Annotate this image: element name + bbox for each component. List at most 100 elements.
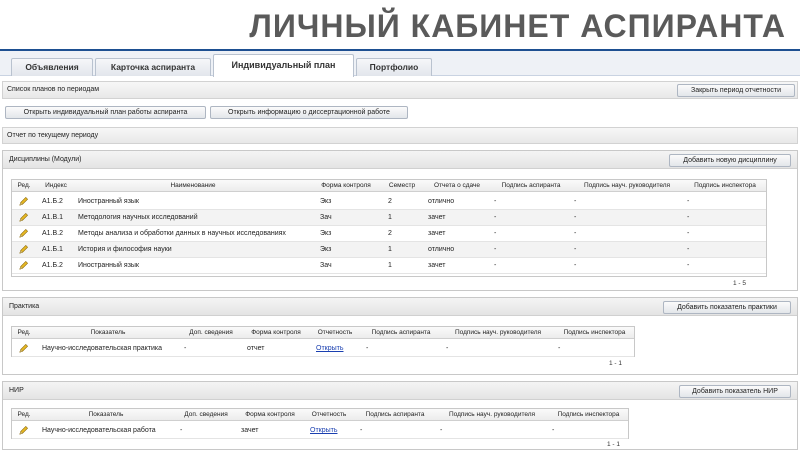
- disciplines-table-header: Ред. Индекс Наименование Форма контроля …: [12, 180, 766, 192]
- cell-index: А1.Б.1: [42, 246, 63, 253]
- col-sig-asp: Подпись аспиранта: [501, 182, 561, 189]
- col-sig-insp: Подпись инспектора: [563, 329, 626, 336]
- col-report: Отчетность: [317, 329, 353, 336]
- cell-extra: -: [184, 345, 187, 352]
- cell-semester: 1: [388, 262, 392, 269]
- add-practice-button[interactable]: Добавить показатель практики: [663, 301, 791, 314]
- cell-semester: 1: [388, 214, 392, 221]
- practice-header: Практика Добавить показатель практики: [3, 298, 797, 316]
- practice-title: Практика: [9, 303, 40, 310]
- practice-panel: Практика Добавить показатель практики Ре…: [2, 297, 798, 375]
- col-edit: Ред.: [17, 411, 31, 418]
- plans-label: Список планов по периодам: [7, 86, 100, 93]
- col-result: Отчета о сдаче: [433, 182, 481, 189]
- cell-name: Методология научных исследований: [78, 214, 198, 221]
- cell-sig-insp: -: [687, 246, 690, 253]
- disciplines-title: Дисциплины (Модули): [9, 156, 82, 163]
- nir-panel: НИР Добавить показатель НИР Ред. Показат…: [2, 381, 798, 450]
- cell-sig-sup: -: [574, 262, 577, 269]
- col-edit: Ред.: [17, 182, 31, 189]
- cell-sig-asp: -: [366, 345, 369, 352]
- tab-individual-plan[interactable]: Индивидуальный план: [213, 54, 354, 77]
- cell-sig-asp: -: [494, 262, 497, 269]
- table-row: А1.Б.2 Иностранный язык Зач 1 зачет - - -: [12, 258, 766, 274]
- report-label: Отчет по текущему периоду: [7, 132, 99, 139]
- cell-sig-insp: -: [687, 230, 690, 237]
- app-window: Объявления Карточка аспиранта Индивидуал…: [0, 49, 800, 450]
- nir-table-header: Ред. Показатель Доп. сведения Форма конт…: [12, 409, 628, 421]
- cell-result: зачет: [428, 262, 446, 269]
- col-sig-insp: Подпись инспектора: [694, 182, 756, 189]
- cell-extra: -: [180, 427, 183, 434]
- table-row: Научно-исследовательская работа - зачет Отк…: [12, 423, 628, 439]
- tab-student-card[interactable]: Карточка аспиранта: [95, 58, 211, 76]
- cell-sig-sup: -: [574, 246, 577, 253]
- pencil-icon[interactable]: [18, 196, 29, 207]
- cell-sig-asp: -: [494, 230, 497, 237]
- pencil-icon[interactable]: [18, 228, 29, 239]
- add-discipline-button[interactable]: Добавить новую дисциплину: [669, 154, 791, 167]
- pencil-icon[interactable]: [18, 425, 29, 436]
- cell-sig-sup: -: [574, 214, 577, 221]
- cell-result: зачет: [428, 230, 446, 237]
- cell-sig-insp: -: [687, 262, 690, 269]
- cell-sig-insp: -: [687, 214, 690, 221]
- cell-index: А1.Б.2: [42, 262, 63, 269]
- col-sig-insp: Подпись инспектора: [557, 411, 620, 418]
- open-dissertation-button[interactable]: Открыть информацию о диссертационной раб…: [210, 106, 408, 119]
- nir-header: НИР Добавить показатель НИР: [3, 382, 797, 400]
- nir-title: НИР: [9, 387, 24, 394]
- col-indicator: Показатель: [90, 329, 126, 336]
- practice-table: Ред. Показатель Доп. сведения Форма конт…: [11, 326, 635, 357]
- open-report-link[interactable]: Открыть: [310, 423, 350, 438]
- cell-control: Экз: [320, 230, 332, 237]
- close-period-button[interactable]: Закрыть период отчетности: [677, 84, 795, 97]
- open-report-link[interactable]: Открыть: [316, 341, 356, 356]
- cell-name: Иностранный язык: [78, 198, 139, 205]
- table-row: А1.В.1 Методология научных исследований За…: [12, 210, 766, 226]
- col-sig-asp: Подпись аспиранта: [371, 329, 431, 336]
- col-control: Форма контроля: [251, 329, 301, 336]
- practice-table-header: Ред. Показатель Доп. сведения Форма конт…: [12, 327, 634, 339]
- cell-sig-sup: -: [574, 198, 577, 205]
- cell-index: А1.В.1: [42, 214, 64, 221]
- disciplines-panel: Дисциплины (Модули) Добавить новую дисци…: [2, 150, 798, 291]
- pencil-icon[interactable]: [18, 260, 29, 271]
- open-plan-button[interactable]: Открыть индивидуальный план работы аспир…: [5, 106, 206, 119]
- table-row: А1.В.2 Методы анализа и обработки данных …: [12, 226, 766, 242]
- table-row: Научно-исследовательская практика - отчет О…: [12, 341, 634, 357]
- pencil-icon[interactable]: [18, 212, 29, 223]
- cell-indicator: Научно-исследовательская работа: [42, 427, 156, 434]
- pencil-icon[interactable]: [18, 244, 29, 255]
- cell-control: Экз: [320, 198, 332, 205]
- cell-sig-asp: -: [494, 214, 497, 221]
- cell-result: отлично: [428, 246, 455, 253]
- disciplines-header: Дисциплины (Модули) Добавить новую дисци…: [3, 151, 797, 169]
- col-sig-sup: Подпись науч. руководителя: [583, 182, 671, 189]
- cell-result: отлично: [428, 198, 455, 205]
- pencil-icon[interactable]: [18, 343, 29, 354]
- tab-portfolio[interactable]: Портфолио: [356, 58, 432, 76]
- cell-control: Зач: [320, 214, 332, 221]
- col-control: Форма контроля: [245, 411, 295, 418]
- col-control: Форма контроля: [321, 182, 371, 189]
- col-indicator: Показатель: [88, 411, 124, 418]
- col-report: Отчетность: [311, 411, 347, 418]
- cell-sig-insp: -: [552, 427, 555, 434]
- tab-announcements[interactable]: Объявления: [11, 58, 93, 76]
- col-extra: Доп. сведения: [189, 329, 233, 336]
- cell-index: А1.В.2: [42, 230, 64, 237]
- report-bar: Отчет по текущему периоду: [2, 127, 798, 144]
- cell-semester: 1: [388, 246, 392, 253]
- cell-sig-sup: -: [574, 230, 577, 237]
- add-nir-button[interactable]: Добавить показатель НИР: [679, 385, 791, 398]
- col-sig-sup: Подпись науч. руководителя: [448, 411, 536, 418]
- cell-control: зачет: [241, 427, 259, 434]
- disciplines-table: Ред. Индекс Наименование Форма контроля …: [11, 179, 767, 277]
- cell-semester: 2: [388, 230, 392, 237]
- cell-name: Иностранный язык: [78, 262, 139, 269]
- cell-control: Зач: [320, 262, 332, 269]
- practice-pager: 1 - 1: [609, 360, 623, 367]
- col-sig-sup: Подпись науч. руководителя: [454, 329, 542, 336]
- table-row: А1.Б.2 Иностранный язык Экз 2 отлично - - -: [12, 194, 766, 210]
